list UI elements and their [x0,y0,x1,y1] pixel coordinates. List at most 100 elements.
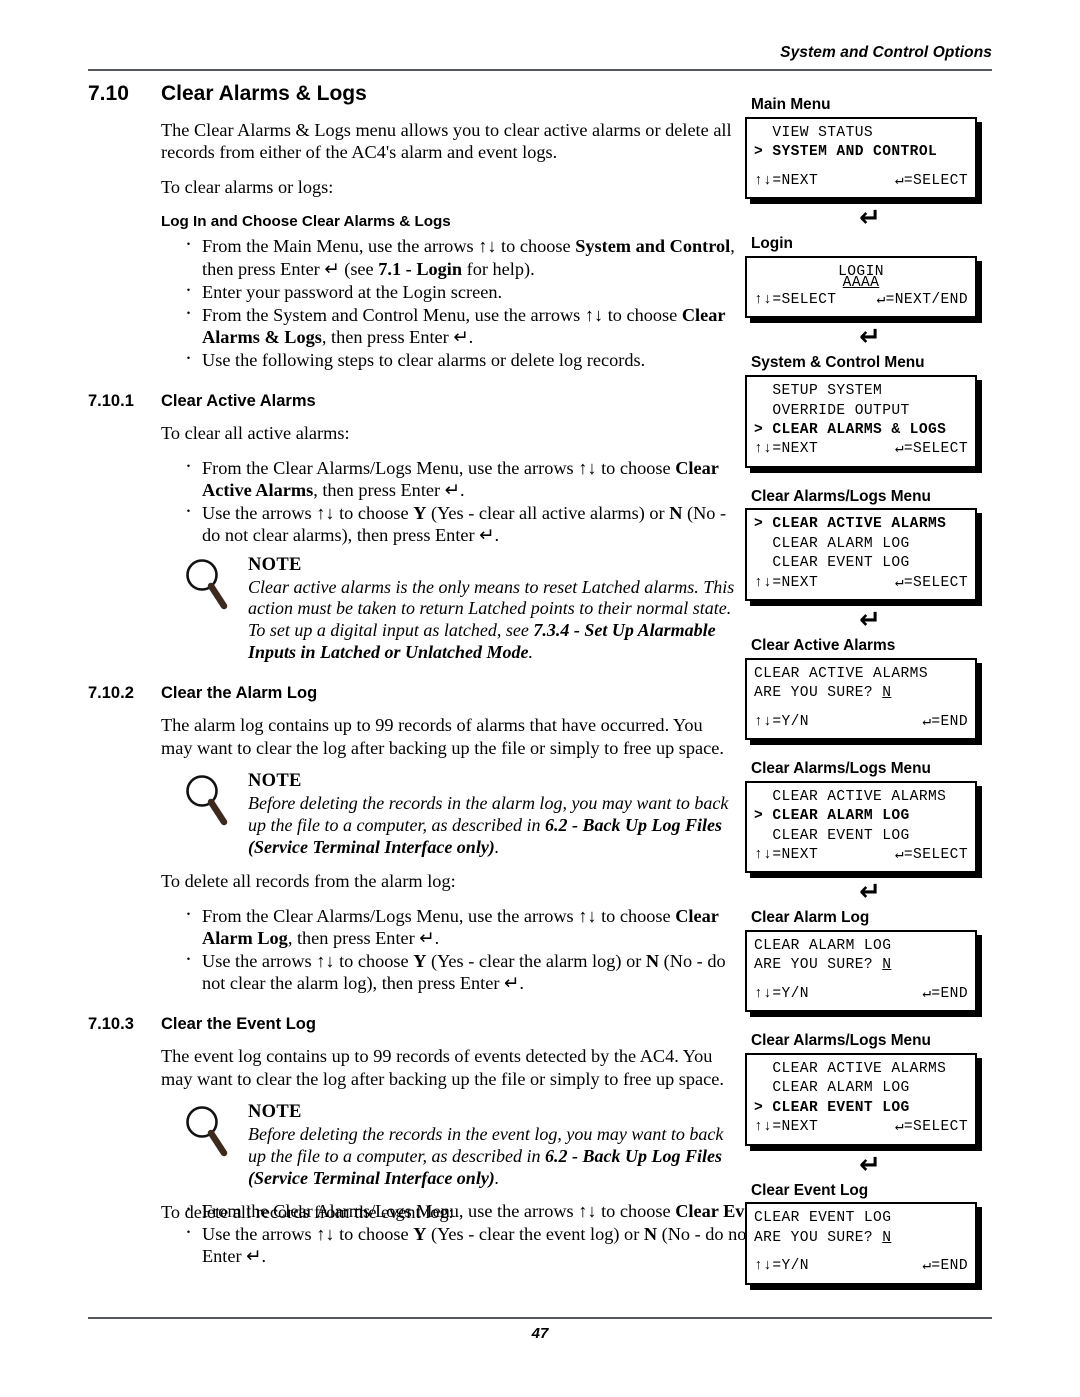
lcd-footer: ↑↓=Y/N ↵=END [754,985,968,1004]
page-number: 47 [531,1325,549,1342]
lcd-row: SETUP SYSTEM [754,383,883,400]
note-body: NOTE Before deleting the records in the … [248,1102,738,1189]
enter-arrow-icon: ↵ [859,202,881,233]
subsection-heading-2: 7.10.2 Clear the Alarm Log [88,684,738,704]
login-password-value: AAAA [842,275,880,292]
lcd-panel-main-menu: VIEW STATUS > SYSTEM AND CONTROL ↑↓=NEXT… [745,116,995,199]
lcd-prompt-text: ARE YOU SURE? [754,1229,883,1246]
footer-rule [88,1317,992,1319]
lcd-row-prompt: ARE YOU SURE? N [754,684,968,703]
magnifier-icon [183,774,229,828]
list-item: From the Main Menu, use the arrows ↑↓ to… [183,233,738,279]
lcd-panel-confirm-active: CLEAR ACTIVE ALARMS ARE YOU SURE? N ↑↓=Y… [745,657,995,741]
lcd-row: CLEAR EVENT LOG [754,555,910,572]
note-block-3: NOTE Before deleting the records in the … [183,1102,738,1189]
note-body: NOTE Clear active alarms is the only mea… [248,555,738,664]
note-title: NOTE [248,1102,302,1122]
lcd-foot-right: ↵=END [922,985,968,1002]
note-body: NOTE Before deleting the records in the … [248,771,738,858]
lcd-footer: ↑↓=NEXT ↵=SELECT [754,172,968,191]
lcd-spacer [754,1248,968,1257]
note-title: NOTE [248,554,302,575]
subsection-number: 7.10.1 [88,391,134,410]
lcd-foot-left: ↑↓=NEXT [754,441,819,458]
lcd-prompt-value: N [882,957,892,974]
lcd-row: CLEAR ACTIVE ALARMS [754,665,928,682]
login-heading: Log In and Choose Clear Alarms & Logs [161,213,451,231]
note-title: NOTE [248,771,302,792]
lcd-foot-right: ↵=SELECT [894,172,968,189]
subsection-heading-3: 7.10.3 Clear the Event Log [88,1015,738,1035]
lcd-prompt-text: ARE YOU SURE? [754,685,883,702]
lcd-row: CLEAR ACTIVE ALARMS [754,788,947,805]
lcd-prompt-value: N [882,685,892,702]
lcd-label-confirm-alarm-log: Clear Alarm Log [751,909,870,927]
manual-page: System and Control Options 7.10 Clear Al… [0,0,1080,1397]
lcd-spacer [754,163,968,172]
lcd-foot-right: ↵=END [922,713,968,730]
subsection-heading-1: 7.10.1 Clear Active Alarms [88,392,738,412]
section-heading: 7.10 Clear Alarms & Logs [88,82,738,106]
lcd-footer: ↑↓=NEXT ↵=SELECT [754,574,968,593]
lcd-foot-left: ↑↓=SELECT [754,292,837,309]
sub2-lead-in: To delete all records from the alarm log… [161,871,456,892]
list-item: Use the arrows ↑↓ to choose Y (Yes - cle… [183,500,738,546]
note-text: Before deleting the records in the event… [248,1124,724,1188]
lcd-label-login: Login [751,234,793,252]
lcd-footer: AAAA ↑↓=SELECT ↵=NEXT/END [754,275,968,310]
lcd-foot-right: ↵=SELECT [894,441,968,458]
lcd-row-selected: > CLEAR ACTIVE ALARMS [754,516,947,533]
lcd-row-selected: > CLEAR EVENT LOG [754,1099,910,1116]
subsection-title: Clear the Event Log [161,1014,316,1033]
login-bullet-list: From the Main Menu, use the arrows ↑↓ to… [88,233,738,371]
flow-gap [745,740,995,760]
running-header: System and Control Options [780,44,992,61]
enter-arrow-icon: ↵ [859,322,881,353]
lcd-row-prompt: ARE YOU SURE? N [754,1229,968,1248]
lcd-foot-right: ↵=SELECT [894,1119,968,1136]
lcd-spacer [754,976,968,985]
list-item: From the System and Control Menu, use th… [183,302,738,348]
subsection-title: Clear the Alarm Log [161,683,318,702]
lcd-foot-right: ↵=SELECT [894,846,968,863]
lcd-row-prompt: ARE YOU SURE? N [754,956,968,975]
lcd-prompt-value: N [882,1229,892,1246]
lcd-row: CLEAR EVENT LOG [754,827,910,844]
lcd-row: CLEAR ACTIVE ALARMS [754,1060,947,1077]
lcd-panel-login: LOGIN AAAA ↑↓=SELECT ↵=NEXT/END [745,255,995,319]
lcd-prompt-text: ARE YOU SURE? [754,957,883,974]
lcd-foot-right: ↵=NEXT/END [876,292,968,309]
lcd-foot-left: ↑↓=Y/N [754,985,809,1002]
lcd-foot-right: ↵=END [922,1258,968,1275]
lcd-footer: ↑↓=Y/N ↵=END [754,1257,968,1276]
enter-arrow-icon: ↵ [859,1149,881,1180]
lcd-panel-system-control: SETUP SYSTEM OVERRIDE OUTPUT > CLEAR ALA… [745,375,995,468]
section-intro: The Clear Alarms & Logs menu allows you … [161,120,732,163]
lcd-row: VIEW STATUS [754,124,874,141]
header-rule [88,69,992,71]
sub2-intro: The alarm log contains up to 99 records … [161,715,724,758]
lcd-spacer [754,704,968,713]
lcd-flow-column: Main Menu VIEW STATUS > SYSTEM AND CONTR… [745,96,995,1285]
magnifier-icon [183,558,229,612]
lcd-foot-left: ↑↓=NEXT [754,846,819,863]
lcd-label-clear-menu-1: Clear Alarms/Logs Menu [751,487,931,505]
subsection-number: 7.10.3 [88,1014,134,1033]
list-item: Use the arrows ↑↓ to choose Y (Yes - cle… [183,948,738,994]
section-title: Clear Alarms & Logs [161,82,367,105]
lcd-foot-left: ↑↓=Y/N [754,713,809,730]
lcd-foot-right: ↵=SELECT [894,574,968,591]
lcd-label-confirm-active: Clear Active Alarms [751,637,896,655]
lcd-footer: ↑↓=NEXT ↵=SELECT [754,440,968,459]
sub1-bullet-list: From the Clear Alarms/Logs Menu, use the… [88,455,738,547]
note-block-1: NOTE Clear active alarms is the only mea… [183,555,738,664]
lcd-label-clear-menu-3: Clear Alarms/Logs Menu [751,1032,931,1050]
sub2-bullet-list: From the Clear Alarms/Logs Menu, use the… [88,903,738,995]
magnifier-icon [183,1105,229,1159]
lcd-row: CLEAR ALARM LOG [754,535,910,552]
list-item: Enter your password at the Login screen. [183,279,738,303]
lcd-label-clear-menu-2: Clear Alarms/Logs Menu [751,760,931,778]
body-column: 7.10 Clear Alarms & Logs The Clear Alarm… [88,82,738,1236]
sub3-intro: The event log contains up to 99 records … [161,1046,724,1089]
lcd-label-main-menu: Main Menu [751,96,831,113]
